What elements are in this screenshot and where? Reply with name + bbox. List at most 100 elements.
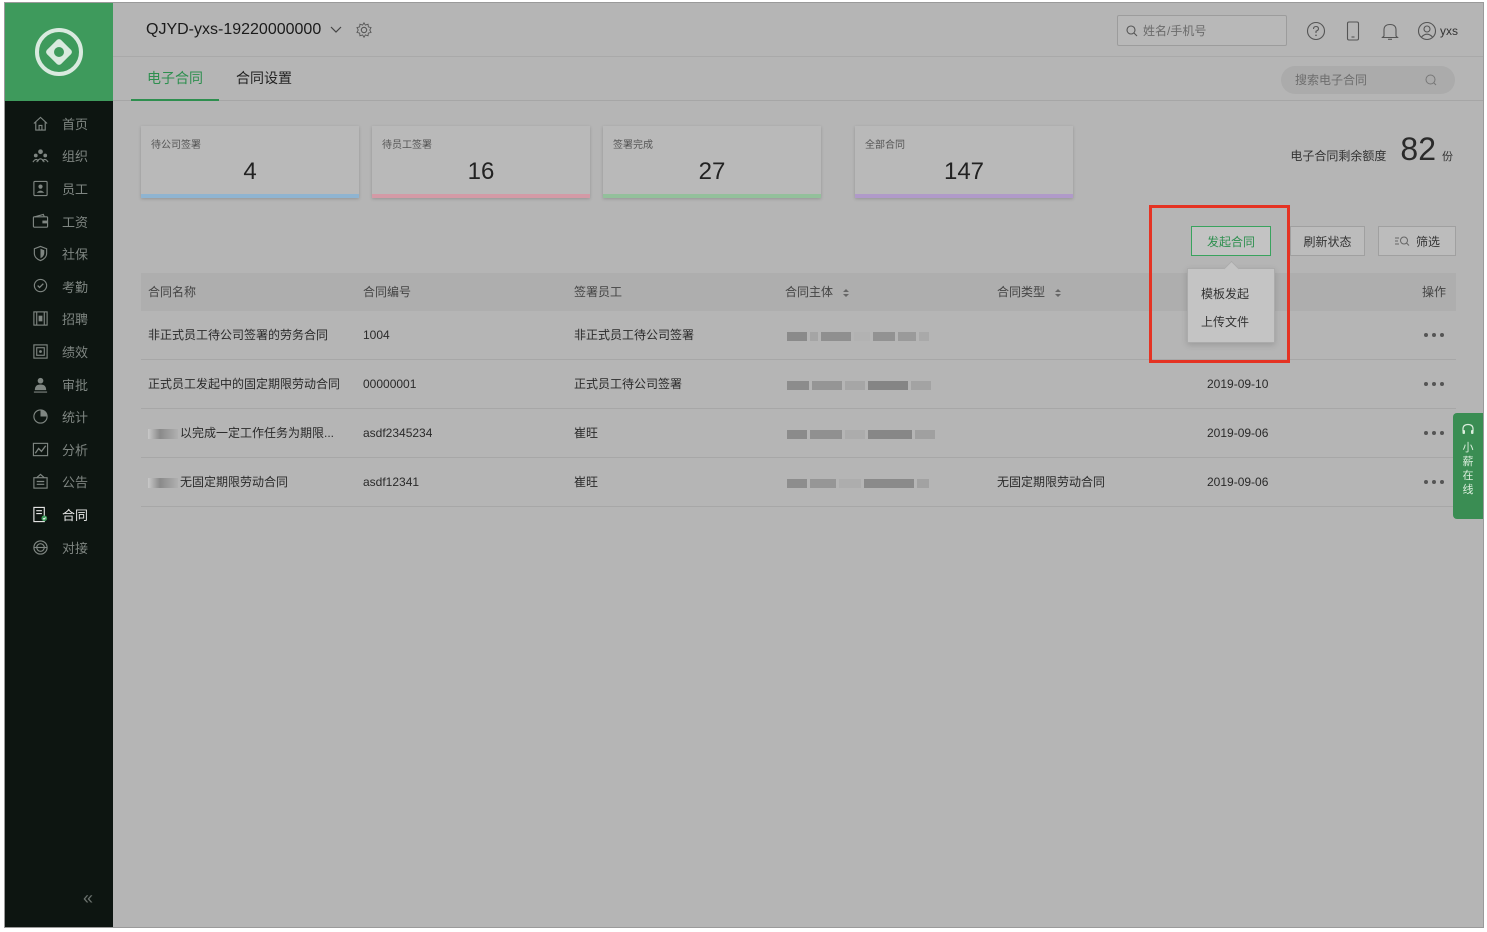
sidebar-item-label: 统计 [62,410,89,426]
chevron-down-icon [330,26,342,33]
quota-unit: 份 [1442,151,1453,163]
contract-search[interactable] [1281,66,1455,94]
sidebar-item-2[interactable]: 员工 [5,172,113,205]
col-contract-entity[interactable]: 合同主体 [785,273,850,311]
more-actions-icon[interactable] [1424,382,1444,388]
headset-icon [1462,423,1474,434]
header-icons: yxs [1305,20,1458,42]
cell-signing-employee: 正式员工待公司签署 [574,377,683,391]
bell-icon[interactable] [1379,20,1401,42]
sidebar-item-0[interactable]: 首页 [5,107,113,140]
filter-icon [1394,236,1410,246]
cell-date: 2019-09-06 [1207,426,1269,440]
connect-icon [31,538,49,556]
stat-card-completed[interactable]: 签署完成 27 [603,126,821,198]
home-icon [31,114,49,132]
sidebar-item-10[interactable]: 分析 [5,433,113,466]
stat-card-pending-company[interactable]: 待公司签署 4 [141,126,359,198]
sidebar-item-5[interactable]: 考勤 [5,270,113,303]
cell-contract-name[interactable]: 无固定期限劳动合同 [148,458,353,507]
quota-value: 82 [1400,131,1436,167]
filter-button[interactable]: 筛选 [1378,226,1456,256]
cell-contract-name[interactable]: 非正式员工待公司签署的劳务合同 [148,311,353,360]
sidebar-item-4[interactable]: 社保 [5,237,113,270]
gear-icon[interactable] [355,21,373,39]
chat-char: 在 [1462,470,1474,482]
user-icon [1416,20,1438,42]
location-icon [31,277,49,295]
cell-contract-name[interactable]: 以完成一定工作任务为期限... [148,409,353,458]
sidebar-item-label: 分析 [62,442,89,458]
cell-date: 2019-09-06 [1207,475,1269,489]
sidebar-item-6[interactable]: 招聘 [5,303,113,336]
sort-icon [1055,288,1062,297]
stat-value: 4 [243,158,257,185]
contract-icon [31,505,49,523]
pie-icon [31,408,49,426]
col-contract-type-label: 合同类型 [997,285,1046,299]
cell-contract-name[interactable]: 正式员工发起中的固定期限劳动合同 [148,360,353,409]
sidebar-nav: 首页组织员工 工资 社保 考勤 招聘 绩效 审批统计分析公告合同对接 [5,107,113,563]
tab-e-contract[interactable]: 电子合同 [131,57,219,101]
col-contract-name: 合同名称 [148,285,197,299]
sidebar-item-9[interactable]: 统计 [5,400,113,433]
help-icon[interactable] [1305,20,1327,42]
more-actions-icon[interactable] [1424,333,1444,339]
stat-card-pending-employee[interactable]: 待员工签署 16 [372,126,590,198]
stat-bar [855,194,1073,198]
cell-contract-number: asdf12341 [363,475,420,489]
user-name: yxs [1440,24,1458,38]
chat-char: 线 [1462,484,1474,496]
stat-card-all[interactable]: 全部合同 147 [855,126,1073,198]
sidebar-item-label: 组织 [62,149,89,165]
sidebar-item-3[interactable]: 工资 [5,205,113,238]
sidebar-item-label: 对接 [62,540,89,556]
cell-signing-employee: 非正式员工待公司签署 [574,328,695,342]
tab-contract-settings[interactable]: 合同设置 [227,57,301,101]
employee-icon [31,179,49,197]
tabs-bar: 电子合同 合同设置 [113,57,1483,101]
highlight-box [1149,205,1290,363]
sidebar-item-11[interactable]: 公告 [5,466,113,499]
refresh-status-button[interactable]: 刷新状态 [1290,226,1365,256]
more-actions-icon[interactable] [1424,480,1444,486]
chat-widget[interactable]: 小 薪 在 线 [1453,413,1483,519]
table-row[interactable]: 无固定期限劳动合同 asdf12341 崔旺 无固定期限劳动合同 2019-09-06 [141,458,1456,507]
sidebar-item-1[interactable]: 组织 [5,140,113,173]
stat-bar [141,194,359,198]
employee-search-input[interactable] [1143,23,1273,38]
chat-char: 小 [1462,442,1474,454]
collapse-sidebar-button[interactable]: « [83,888,93,909]
sidebar-item-7[interactable]: 绩效 [5,335,113,368]
col-contract-number: 合同编号 [363,285,412,299]
cell-contract-type: 无固定期限劳动合同 [997,475,1106,489]
table-row[interactable]: 正式员工发起中的固定期限劳动合同 00000001 正式员工待公司签署 2019-09… [141,360,1456,409]
analysis-icon [31,440,49,458]
stat-bar [372,194,590,198]
cell-signing-employee: 崔旺 [574,475,599,489]
table-row[interactable]: 以完成一定工作任务为期限... asdf2345234 崔旺 2019-09-06 [141,409,1456,458]
sidebar-item-label: 合同 [62,507,89,523]
search-icon [1126,24,1138,36]
logo[interactable] [5,3,113,101]
top-header: QJYD-yxs-19220000000 yxs [113,3,1483,57]
performance-icon [31,342,49,360]
notice-icon [31,473,49,491]
company-name: QJYD-yxs-19220000000 [146,21,322,38]
user-menu[interactable]: yxs [1416,20,1458,42]
shield-icon [31,245,49,263]
approval-icon [31,375,49,393]
sidebar-item-12[interactable]: 合同 [5,498,113,531]
mobile-icon[interactable] [1342,20,1364,42]
sidebar-item-13[interactable]: 对接 [5,531,113,564]
contract-search-input[interactable] [1295,73,1425,87]
col-contract-type[interactable]: 合同类型 [997,273,1062,311]
sort-icon [843,288,850,297]
search-icon [1425,74,1437,86]
sidebar-item-8[interactable]: 审批 [5,368,113,401]
company-switcher[interactable]: QJYD-yxs-19220000000 [146,21,373,39]
sidebar: 首页组织员工 工资 社保 考勤 招聘 绩效 审批统计分析公告合同对接 « [5,3,113,927]
employee-search[interactable] [1117,15,1287,46]
more-actions-icon[interactable] [1424,431,1444,437]
masked-text [148,477,178,488]
